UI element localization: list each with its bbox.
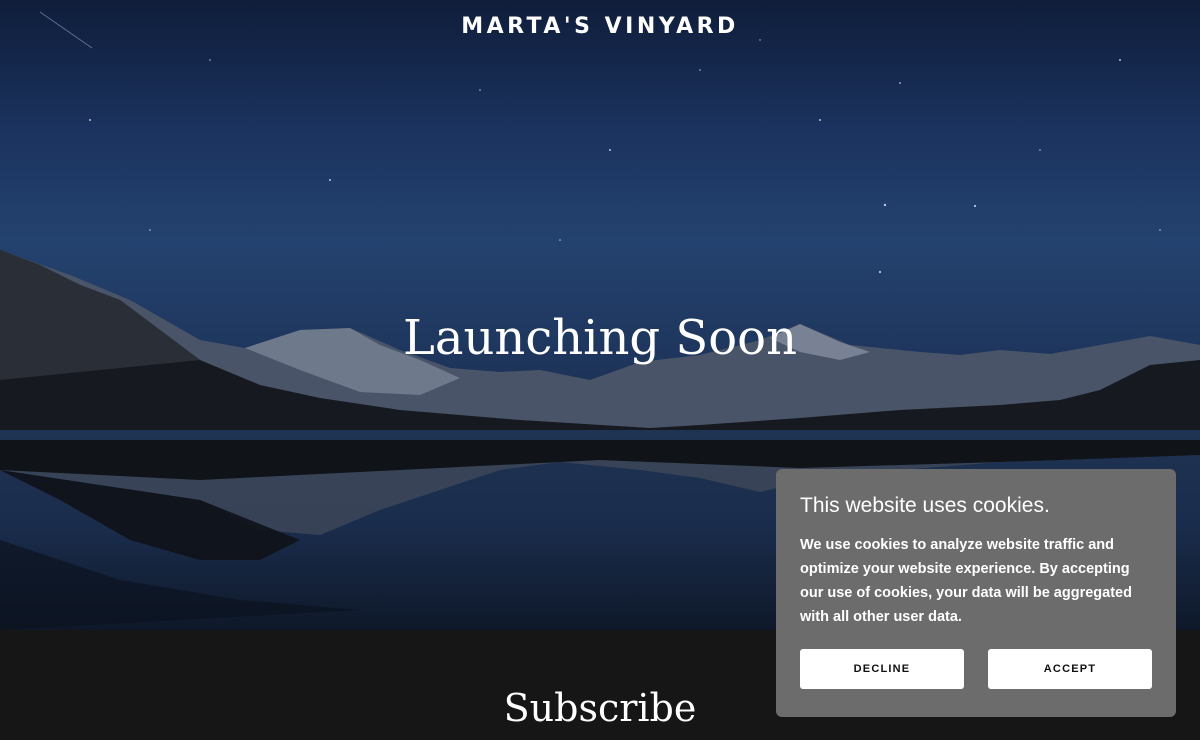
page-headline: Launching Soon <box>403 310 797 366</box>
cookie-banner-text: We use cookies to analyze website traffi… <box>800 537 1132 625</box>
cookie-banner-actions: DECLINE ACCEPT <box>800 649 1152 689</box>
site-brand[interactable]: MARTA'S VINYARD <box>0 14 1200 39</box>
decline-cookies-button[interactable]: DECLINE <box>800 649 964 689</box>
cookie-banner: This website uses cookies. We use cookie… <box>776 469 1176 717</box>
cookie-banner-title: This website uses cookies. <box>800 494 1050 517</box>
accept-cookies-button[interactable]: ACCEPT <box>988 649 1152 689</box>
